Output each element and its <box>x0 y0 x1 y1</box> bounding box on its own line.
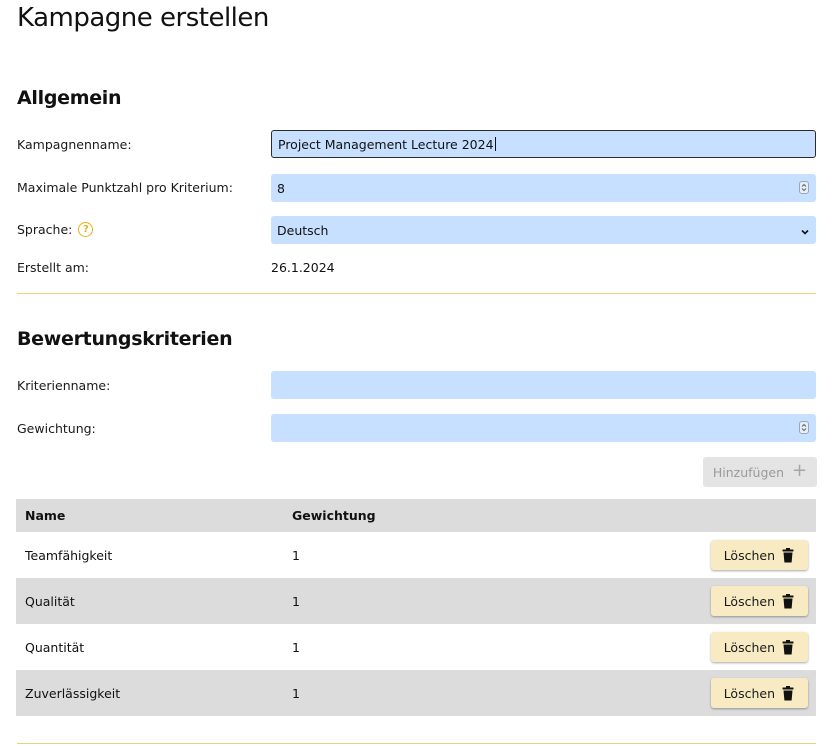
trash-icon <box>782 685 794 700</box>
table-row: Zuverlässigkeit 1 Löschen <box>16 670 816 716</box>
trash-icon <box>782 639 794 654</box>
language-selected-value: Deutsch <box>277 222 329 238</box>
weight-label: Gewichtung: <box>17 421 96 436</box>
column-header-actions <box>527 499 816 532</box>
create-campaign-page: Kampagne erstellen Allgemein Kampagnenna… <box>0 0 832 746</box>
delete-button[interactable]: Löschen <box>710 678 808 708</box>
add-button-label: Hinzufügen <box>712 464 785 480</box>
plus-icon: + <box>792 460 808 481</box>
general-section-heading: Allgemein <box>17 87 122 109</box>
section-divider <box>17 293 816 294</box>
criterion-weight-cell: 1 <box>292 593 300 609</box>
text-caret <box>494 137 496 151</box>
criterion-name-cell: Zuverlässigkeit <box>25 685 121 701</box>
max-points-input[interactable]: 8 <box>271 174 816 202</box>
delete-button[interactable]: Löschen <box>710 632 808 662</box>
criteria-table: Name Gewichtung Teamfähigkeit 1 Löschen … <box>16 499 816 716</box>
max-points-label: Maximale Punktzahl pro Kriterium: <box>17 180 233 195</box>
created-date-value: 26.1.2024 <box>271 260 335 275</box>
number-spinner-icon[interactable] <box>799 181 809 194</box>
question-circle-icon[interactable]: ? <box>78 222 94 237</box>
table-header-row: Name Gewichtung <box>16 499 816 532</box>
criterion-name-cell: Quantität <box>25 639 85 655</box>
criterion-weight-cell: 1 <box>292 547 300 563</box>
chevron-down-icon <box>800 225 810 240</box>
delete-button[interactable]: Löschen <box>710 540 808 570</box>
criterion-name-cell: Teamfähigkeit <box>25 547 113 563</box>
column-header-name: Name <box>25 508 66 523</box>
language-select[interactable]: Deutsch <box>271 216 816 244</box>
weight-input[interactable] <box>271 414 816 442</box>
table-row: Quantität 1 Löschen <box>16 624 816 670</box>
criterion-name-label: Kriterienname: <box>17 378 111 393</box>
add-criterion-button[interactable]: Hinzufügen + <box>703 457 817 487</box>
number-spinner-icon[interactable] <box>799 421 809 434</box>
column-header-weight: Gewichtung <box>292 508 376 523</box>
created-label: Erstellt am: <box>17 260 90 275</box>
campaign-name-label: Kampagnenname: <box>17 137 132 152</box>
trash-icon <box>782 593 794 608</box>
criterion-weight-cell: 1 <box>292 639 300 655</box>
trash-icon <box>782 547 794 562</box>
language-label: Sprache: ? <box>17 222 94 237</box>
delete-button[interactable]: Löschen <box>710 586 808 616</box>
page-title: Kampagne erstellen <box>17 3 269 33</box>
criterion-name-input[interactable] <box>271 371 816 399</box>
table-row: Qualität 1 Löschen <box>16 578 816 624</box>
max-points-value: 8 <box>277 180 285 196</box>
criteria-section-heading: Bewertungskriterien <box>17 328 233 350</box>
campaign-name-input[interactable]: Project Management Lecture 2024 <box>271 130 816 158</box>
criterion-name-cell: Qualität <box>25 593 75 609</box>
criterion-weight-cell: 1 <box>292 685 300 701</box>
campaign-name-value: Project Management Lecture 2024 <box>278 136 494 152</box>
section-divider <box>17 743 816 744</box>
table-row: Teamfähigkeit 1 Löschen <box>16 532 816 578</box>
